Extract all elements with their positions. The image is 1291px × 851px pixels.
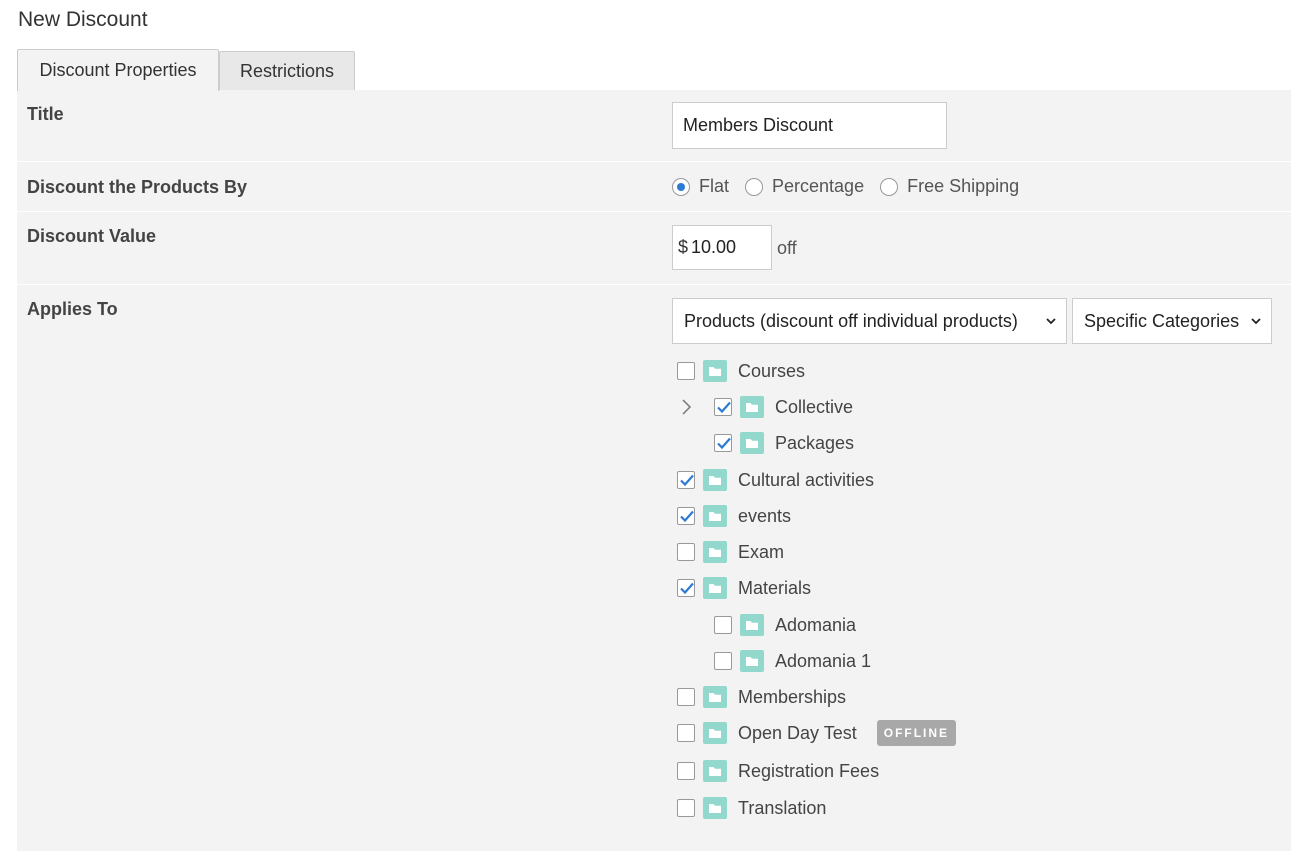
category-item: Materials bbox=[677, 573, 811, 603]
discount-value-field[interactable]: $ bbox=[672, 225, 772, 270]
category-label: Translation bbox=[738, 797, 827, 818]
category-label: Adomania bbox=[775, 614, 857, 635]
category-item: Cultural activities bbox=[677, 465, 874, 495]
radio-percentage[interactable]: Percentage bbox=[745, 176, 864, 197]
folder-icon bbox=[740, 432, 764, 454]
category-item: Registration Fees bbox=[677, 756, 879, 786]
category-item: Open Day Test OFFLINE bbox=[677, 718, 957, 748]
folder-icon bbox=[703, 722, 727, 744]
radio-percentage-button[interactable] bbox=[745, 177, 764, 196]
category-item: Collective bbox=[714, 392, 853, 422]
folder-icon bbox=[703, 505, 727, 527]
category-checkbox[interactable] bbox=[714, 616, 732, 634]
category-item: Exam bbox=[677, 537, 784, 567]
category-checkbox[interactable] bbox=[677, 762, 695, 780]
radio-flat-button[interactable] bbox=[672, 177, 690, 196]
category-item: Packages bbox=[714, 428, 854, 458]
folder-icon bbox=[703, 360, 727, 382]
category-label: Materials bbox=[738, 577, 812, 598]
discount-properties-panel: Title Discount the Products By Flat Perc… bbox=[17, 90, 1291, 851]
folder-icon bbox=[740, 396, 764, 418]
category-checkbox[interactable] bbox=[677, 471, 695, 489]
category-checkbox[interactable] bbox=[714, 398, 732, 416]
title-label: Title bbox=[27, 104, 64, 124]
category-checkbox[interactable] bbox=[714, 434, 732, 452]
category-label: Memberships bbox=[738, 686, 847, 707]
applies-to-row: Applies To bbox=[17, 285, 1291, 851]
category-item: Adomania bbox=[714, 610, 856, 640]
chevron-down-icon bbox=[1046, 318, 1056, 325]
title-input[interactable] bbox=[672, 102, 947, 149]
discount-value-label: Discount Value bbox=[27, 226, 157, 246]
radio-percentage-label: Percentage bbox=[772, 176, 865, 196]
folder-icon bbox=[703, 469, 727, 491]
category-label: Registration Fees bbox=[738, 760, 880, 781]
radio-flat[interactable]: Flat bbox=[672, 176, 729, 197]
category-label: Packages bbox=[775, 432, 855, 453]
category-label: events bbox=[738, 505, 792, 526]
discount-value-row: Discount Value bbox=[17, 212, 1291, 285]
folder-icon bbox=[703, 760, 727, 782]
offline-badge: OFFLINE bbox=[876, 720, 957, 746]
category-label: Courses bbox=[738, 360, 806, 381]
category-label: Cultural activities bbox=[738, 469, 875, 490]
chevron-right-icon[interactable] bbox=[680, 398, 692, 421]
folder-icon bbox=[703, 541, 727, 563]
category-label: Adomania 1 bbox=[775, 650, 872, 671]
scope-select[interactable]: Specific Categories bbox=[1072, 298, 1272, 344]
radio-flat-label: Flat bbox=[699, 176, 730, 196]
category-item: events bbox=[677, 501, 791, 531]
category-checkbox[interactable] bbox=[677, 579, 695, 597]
tab-discount-properties[interactable]: Discount Properties bbox=[17, 49, 219, 91]
category-checkbox[interactable] bbox=[677, 688, 695, 706]
category-checkbox[interactable] bbox=[677, 507, 695, 525]
category-item: Memberships bbox=[677, 682, 846, 712]
applies-to-label: Applies To bbox=[27, 299, 118, 319]
discount-by-row: Discount the Products By bbox=[17, 162, 1291, 212]
chevron-down-icon bbox=[1251, 318, 1261, 325]
tab-restrictions[interactable]: Restrictions bbox=[219, 51, 355, 90]
radio-free-shipping-label: Free Shipping bbox=[907, 176, 1020, 196]
page-title: New Discount bbox=[18, 8, 148, 31]
category-checkbox[interactable] bbox=[677, 543, 695, 561]
folder-icon bbox=[740, 650, 764, 672]
title-row: Title bbox=[17, 90, 1291, 162]
folder-icon bbox=[703, 797, 727, 819]
discount-by-label: Discount the Products By bbox=[27, 177, 248, 197]
category-checkbox[interactable] bbox=[677, 362, 695, 380]
category-item: Courses bbox=[677, 356, 805, 386]
category-checkbox[interactable] bbox=[677, 724, 695, 742]
category-label: Collective bbox=[775, 396, 854, 417]
radio-free-shipping-button[interactable] bbox=[880, 177, 899, 196]
off-text: off bbox=[777, 238, 797, 258]
folder-icon bbox=[740, 614, 764, 636]
category-label: Exam bbox=[738, 541, 785, 562]
category-checkbox[interactable] bbox=[714, 652, 732, 670]
category-item: Translation bbox=[677, 793, 826, 823]
scope-select-value: Specific Categories bbox=[1084, 310, 1240, 331]
category-item: Adomania 1 bbox=[714, 646, 871, 676]
folder-icon bbox=[703, 686, 727, 708]
applies-to-select-value: Products (discount off individual produc… bbox=[684, 310, 1018, 331]
currency-symbol: $ bbox=[678, 237, 689, 257]
category-checkbox[interactable] bbox=[677, 799, 695, 817]
folder-icon bbox=[703, 577, 727, 599]
radio-free-shipping[interactable]: Free Shipping bbox=[880, 176, 1019, 197]
applies-to-select[interactable]: Products (discount off individual produc… bbox=[672, 298, 1067, 344]
discount-value-input[interactable] bbox=[688, 236, 759, 259]
discount-type-radio-group: Flat Percentage Free Shipping bbox=[672, 176, 1035, 197]
category-label: Open Day Test bbox=[738, 722, 857, 743]
